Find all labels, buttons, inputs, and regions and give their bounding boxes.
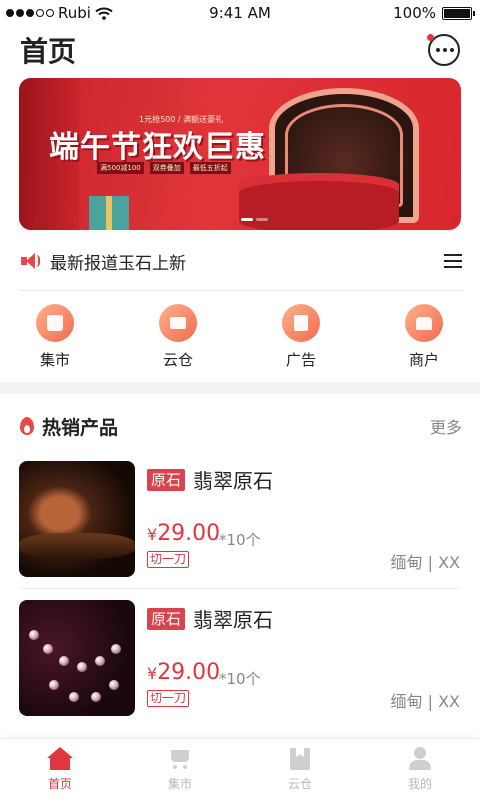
chat-bubble-icon — [436, 48, 454, 52]
menu-icon[interactable] — [444, 254, 462, 268]
product-badge: 切一刀 — [147, 690, 190, 707]
banner-tag: 满500减100 — [97, 162, 144, 174]
product-badge: 切一刀 — [147, 551, 190, 568]
currency-symbol: ¥ — [147, 525, 158, 544]
unread-dot — [427, 34, 434, 41]
home-icon — [47, 747, 73, 771]
category-nav: 集市 云仓 广告 商户 — [0, 304, 480, 376]
hot-products-header: 热销产品 更多 — [20, 410, 462, 442]
tab-label: 首页 — [47, 777, 72, 791]
banner-pager[interactable] — [241, 218, 268, 221]
product-card[interactable]: 原石 翡翠原石 ¥29.00 *10个 切一刀 缅甸 | XX — [0, 461, 480, 599]
tab-label: 我的 — [407, 777, 432, 791]
category-merchants[interactable]: 商户 — [389, 304, 459, 370]
more-link[interactable]: 更多 — [430, 414, 462, 438]
currency-symbol: ¥ — [147, 664, 158, 683]
product-name[interactable]: 翡翠原石 — [193, 465, 273, 494]
bookmark-icon — [287, 747, 313, 771]
message-button[interactable] — [427, 34, 460, 66]
battery-percent: 100% — [393, 4, 436, 22]
doc-icon — [282, 304, 320, 342]
category-label: 商户 — [408, 351, 439, 369]
product-price: ¥29.00 — [147, 660, 220, 685]
product-tag: 原石 — [147, 608, 186, 630]
category-market[interactable]: 集市 — [20, 304, 90, 370]
tab-profile[interactable]: 我的 — [385, 747, 455, 792]
product-card[interactable]: 原石 翡翠原石 ¥29.00 *10个 切一刀 缅甸 | XX — [0, 600, 480, 738]
product-name[interactable]: 翡翠原石 — [193, 604, 273, 633]
product-origin: 缅甸 | XX — [390, 553, 461, 572]
promo-banner[interactable]: 1元抢500 / 满额送豪礼 端午节狂欢巨惠 满500减100 双券叠加 最低五… — [19, 78, 461, 230]
speaker-icon — [20, 251, 40, 271]
product-divider — [19, 588, 461, 589]
page-title: 首页 — [20, 35, 77, 68]
fire-icon — [20, 417, 34, 435]
product-tag: 原石 — [147, 469, 186, 491]
tab-home[interactable]: 首页 — [25, 747, 95, 792]
tab-cloud-warehouse[interactable]: 云仓 — [265, 747, 335, 792]
battery-icon — [442, 6, 475, 20]
section-title: 热销产品 — [42, 416, 119, 439]
banner-tag: 双券叠加 — [149, 162, 184, 174]
product-price: ¥29.00 — [147, 521, 220, 546]
product-origin: 缅甸 | XX — [390, 692, 461, 711]
category-label: 广告 — [285, 351, 316, 369]
banner-gift-decoration — [89, 196, 129, 230]
header: 首页 — [0, 28, 480, 74]
category-cloud-warehouse[interactable]: 云仓 — [143, 304, 213, 370]
tab-label: 集市 — [167, 777, 192, 791]
bag-icon — [36, 304, 74, 342]
bottom-tab-bar: 首页 集市 云仓 我的 — [0, 738, 480, 800]
price-value: 29.00 — [157, 521, 221, 546]
notice-text[interactable]: 最新报道玉石上新 — [50, 249, 444, 274]
tab-label: 云仓 — [287, 777, 312, 791]
tab-market[interactable]: 集市 — [145, 747, 215, 792]
banner-headline: 端午节狂欢巨惠 — [49, 130, 266, 165]
divider — [20, 290, 462, 291]
product-image[interactable] — [19, 600, 135, 716]
pager-dot-active[interactable] — [241, 218, 253, 221]
category-label: 云仓 — [162, 351, 193, 369]
section-gap — [0, 382, 480, 394]
product-quantity: *10个 — [219, 670, 261, 688]
banner-tag: 最低五折起 — [189, 162, 231, 174]
user-icon — [407, 747, 433, 771]
box-icon — [159, 304, 197, 342]
news-notice-bar[interactable]: 最新报道玉石上新 — [20, 244, 462, 278]
product-image[interactable] — [19, 461, 135, 577]
product-quantity: *10个 — [219, 531, 261, 549]
category-ads[interactable]: 广告 — [266, 304, 336, 370]
shop-icon — [405, 304, 443, 342]
banner-giftbox-decoration — [239, 173, 399, 230]
pager-dot[interactable] — [256, 218, 268, 221]
banner-tags: 满500减100 双券叠加 最低五折起 — [97, 162, 231, 174]
status-bar: Rubi 9:41 AM 100% — [0, 0, 480, 26]
category-label: 集市 — [39, 351, 70, 369]
cart-icon — [167, 747, 193, 771]
price-value: 29.00 — [157, 660, 221, 685]
battery-group: 100% — [393, 4, 475, 22]
